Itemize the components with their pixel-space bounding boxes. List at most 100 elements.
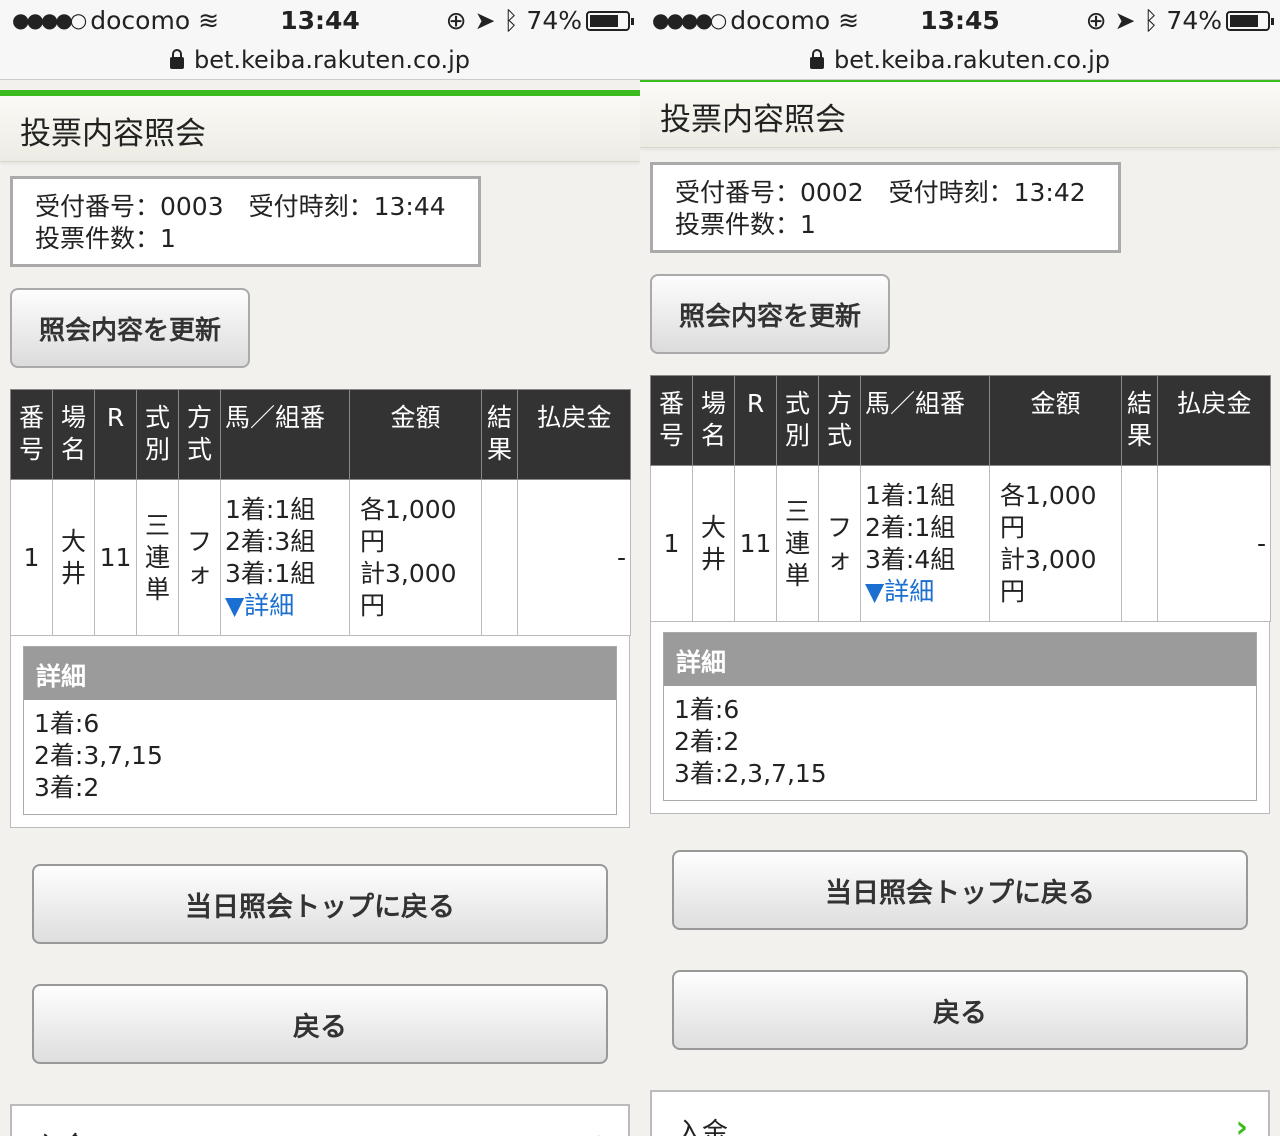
table-row: 1 大井 11 三連単 フォ 1着:1組 2着:3組 3着:1組 ▼詳細 各1,… <box>10 479 631 636</box>
combo-line: 3着:4組 <box>865 544 956 574</box>
status-bar: ●●●●○ docomo ≋ 13:44 ⊕ ➤ ᛒ 74% <box>0 0 640 40</box>
detail-body: 1着:6 2着:2 3着:2,3,7,15 <box>664 686 1256 800</box>
back-button[interactable]: 戻る <box>672 970 1248 1050</box>
rotation-lock-icon: ⊕ <box>445 6 467 35</box>
header-venue: 場名 <box>692 375 735 466</box>
header-number: 番号 <box>650 375 693 466</box>
bluetooth-icon: ᛒ <box>503 6 519 35</box>
detail-panel: 詳細 1着:6 2着:2 3着:2,3,7,15 <box>650 622 1270 814</box>
receipt-info-box: 受付番号：0002 受付時刻：13:42 投票件数：1 <box>650 162 1121 253</box>
detail-body: 1着:6 2着:3,7,15 3着:2 <box>24 700 616 814</box>
chevron-right-icon: › <box>596 1124 608 1136</box>
detail-toggle-link[interactable]: ▼詳細 <box>225 590 349 622</box>
amount-total: 計3,000円 <box>360 558 457 620</box>
back-to-top-button[interactable]: 当日照会トップに戻る <box>32 864 608 944</box>
page-title: 投票内容照会 <box>20 116 206 152</box>
lock-icon <box>809 49 824 69</box>
receipt-info-box: 受付番号：0003 受付時刻：13:44 投票件数：1 <box>10 176 481 267</box>
header-amount: 金額 <box>989 375 1122 466</box>
rotation-lock-icon: ⊕ <box>1085 6 1107 35</box>
url-bar[interactable]: bet.keiba.rakuten.co.jp <box>640 40 1280 80</box>
bluetooth-icon: ᛒ <box>1143 6 1159 35</box>
bet-table-wrap: 番号 場名 R 式別 方式 馬／組番 金額 結果 払戻金 1 大井 11 三連単… <box>650 375 1271 814</box>
combo-line: 1着:1組 <box>865 480 956 510</box>
cell-race: 11 <box>94 479 137 636</box>
header-amount: 金額 <box>349 389 482 480</box>
battery-percent: 74% <box>1166 6 1222 35</box>
cell-method: フォ <box>178 479 221 636</box>
deposit-label: 入金 <box>676 1118 729 1136</box>
phone-screen-2: ●●●●○ docomo ≋ 13:45 ⊕ ➤ ᛒ 74% bet.keiba.… <box>640 0 1280 1136</box>
header-race: R <box>734 375 777 466</box>
status-bar: ●●●●○ docomo ≋ 13:45 ⊕ ➤ ᛒ 74% <box>640 0 1280 40</box>
battery-icon <box>586 11 634 31</box>
header-result: 結果 <box>1121 375 1158 466</box>
header-race: R <box>94 389 137 480</box>
cell-payout: - <box>517 479 631 636</box>
header-payout: 払戻金 <box>517 389 631 480</box>
amount-each: 各1,000円 <box>360 494 457 556</box>
detail-line: 1着:6 <box>34 709 100 738</box>
detail-box: 詳細 1着:6 2着:3,7,15 3着:2 <box>23 646 617 815</box>
table-row: 1 大井 11 三連単 フォ 1着:1組 2着:1組 3着:4組 ▼詳細 各1,… <box>650 465 1271 622</box>
bet-count: 投票件数：1 <box>35 224 176 253</box>
amount-total: 計3,000円 <box>1000 544 1097 606</box>
back-button[interactable]: 戻る <box>32 984 608 1064</box>
header-bet-type: 式別 <box>776 375 819 466</box>
battery-icon <box>1226 11 1274 31</box>
page-header: 投票内容照会 <box>640 82 1280 148</box>
refresh-button[interactable]: 照会内容を更新 <box>650 274 890 354</box>
battery-percent: 74% <box>526 6 582 35</box>
header-method: 方式 <box>178 389 221 480</box>
header-combination: 馬／組番 <box>860 375 990 466</box>
cell-result <box>1121 465 1158 622</box>
amount-each: 各1,000円 <box>1000 480 1097 542</box>
chevron-right-icon: › <box>1235 1110 1248 1136</box>
bet-table: 番号 場名 R 式別 方式 馬／組番 金額 結果 払戻金 1 大井 11 三連単… <box>650 375 1271 622</box>
phone-screen-1: ●●●●○ docomo ≋ 13:44 ⊕ ➤ ᛒ 74% bet.keiba.… <box>0 0 640 1136</box>
detail-line: 2着:2 <box>674 727 740 756</box>
cell-bet-type: 三連単 <box>136 479 179 636</box>
page-header: 投票内容照会 <box>0 96 640 162</box>
cell-venue: 大井 <box>52 479 95 636</box>
cell-amount: 各1,000円 計3,000円 <box>349 479 482 636</box>
header-venue: 場名 <box>52 389 95 480</box>
cell-method: フォ <box>818 465 861 622</box>
detail-line: 1着:6 <box>674 695 740 724</box>
cell-number: 1 <box>10 479 53 636</box>
header-bet-type: 式別 <box>136 389 179 480</box>
header-method: 方式 <box>818 375 861 466</box>
cell-payout: - <box>1157 465 1271 622</box>
detail-box: 詳細 1着:6 2着:2 3着:2,3,7,15 <box>663 632 1257 801</box>
deposit-link[interactable]: 入金 › <box>650 1090 1270 1136</box>
header-number: 番号 <box>10 389 53 480</box>
cell-result <box>481 479 518 636</box>
back-to-top-button[interactable]: 当日照会トップに戻る <box>672 850 1248 930</box>
header-payout: 払戻金 <box>1157 375 1271 466</box>
cell-number: 1 <box>650 465 693 622</box>
url-bar[interactable]: bet.keiba.rakuten.co.jp <box>0 40 640 80</box>
combo-line: 3着:1組 <box>225 558 316 588</box>
location-icon: ➤ <box>1114 6 1136 35</box>
bet-table-wrap: 番号 場名 R 式別 方式 馬／組番 金額 結果 払戻金 1 大井 11 三連単… <box>10 389 631 828</box>
bet-table: 番号 場名 R 式別 方式 馬／組番 金額 結果 払戻金 1 大井 11 三連単… <box>10 389 631 636</box>
deposit-label: 入金 <box>36 1132 88 1136</box>
location-icon: ➤ <box>474 6 496 35</box>
detail-toggle-link[interactable]: ▼詳細 <box>865 576 989 608</box>
detail-panel: 詳細 1着:6 2着:3,7,15 3着:2 <box>10 636 630 828</box>
detail-line: 3着:2,3,7,15 <box>674 759 827 788</box>
refresh-button[interactable]: 照会内容を更新 <box>10 288 250 368</box>
bet-count: 投票件数：1 <box>675 210 816 239</box>
url-text: bet.keiba.rakuten.co.jp <box>193 46 471 74</box>
table-header-row: 番号 場名 R 式別 方式 馬／組番 金額 結果 払戻金 <box>650 375 1271 466</box>
combo-line: 1着:1組 <box>225 494 316 524</box>
detail-line: 2着:3,7,15 <box>34 741 163 770</box>
detail-title: 詳細 <box>24 647 616 700</box>
deposit-link[interactable]: 入金 › <box>10 1104 630 1136</box>
table-header-row: 番号 場名 R 式別 方式 馬／組番 金額 結果 払戻金 <box>10 389 631 480</box>
receipt-number-time: 受付番号：0002 受付時刻：13:42 <box>675 178 1086 207</box>
page-title: 投票内容照会 <box>660 102 846 138</box>
cell-combination: 1着:1組 2着:1組 3着:4組 ▼詳細 <box>860 465 990 622</box>
cell-amount: 各1,000円 計3,000円 <box>989 465 1122 622</box>
receipt-number-time: 受付番号：0003 受付時刻：13:44 <box>35 192 446 221</box>
